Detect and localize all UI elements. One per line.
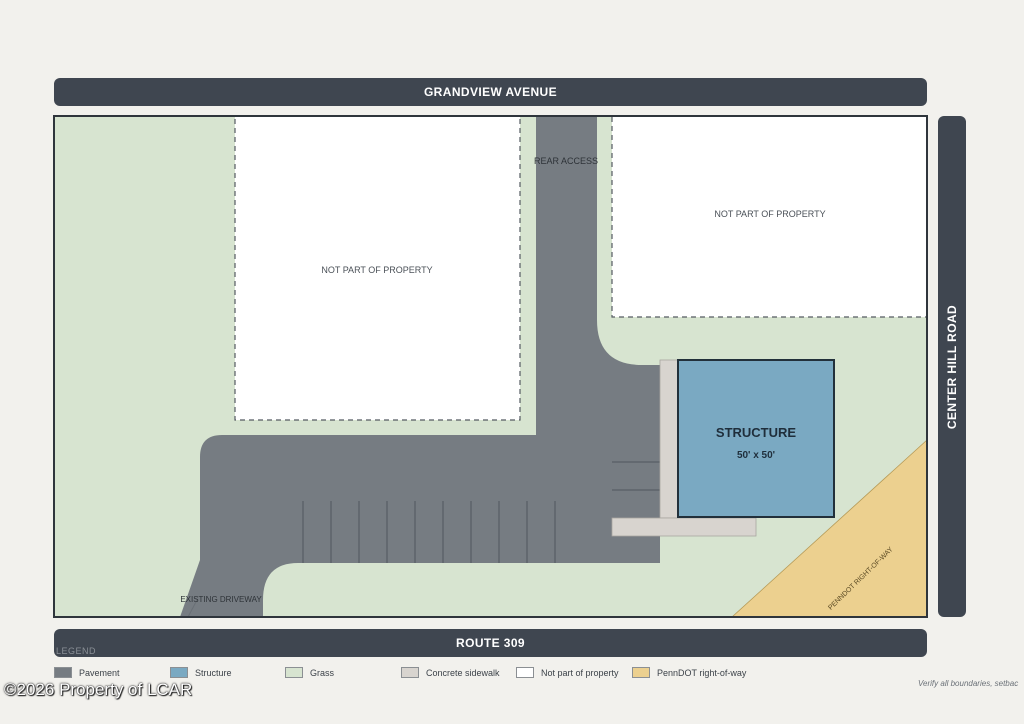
legend-item-structure: Structure <box>170 667 232 678</box>
rear-access-label: REAR ACCESS <box>534 156 598 166</box>
legend-swatch <box>632 667 650 678</box>
road-route-309: ROUTE 309 <box>54 629 927 657</box>
legend-swatch <box>516 667 534 678</box>
legend-label: Grass <box>310 667 335 678</box>
legend-item-sidewalk: Concrete sidewalk <box>401 667 500 678</box>
existing-driveway-label: EXISTING DRIVEWAY <box>180 595 262 604</box>
copyright-watermark: ©2026 Property of LCAR <box>4 680 193 699</box>
sidewalk-south <box>611 517 757 537</box>
legend-item-penndot: PennDOT right-of-way <box>632 667 746 678</box>
site-plan: NOT PART OF PROPERTY NOT PART OF PROPERT… <box>53 115 928 618</box>
legend-item-grass: Grass <box>285 667 334 678</box>
structure-title: STRUCTURE <box>716 425 796 440</box>
legend-label: Pavement <box>79 667 120 678</box>
legend-label: Concrete sidewalk <box>426 667 500 678</box>
legend-swatch <box>54 667 72 678</box>
structure-dimensions: 50' x 50' <box>737 450 775 461</box>
legend-swatch <box>401 667 419 678</box>
legend-label: PennDOT right-of-way <box>657 667 747 678</box>
sidewalk-west <box>659 359 679 519</box>
road-label-route-309: ROUTE 309 <box>456 636 525 650</box>
legend-item-pavement: Pavement <box>54 667 120 678</box>
legend-label: Structure <box>195 667 232 678</box>
not-part-left-label: NOT PART OF PROPERTY <box>321 265 432 275</box>
legend-title: LEGEND <box>56 646 97 656</box>
not-part-right-label: NOT PART OF PROPERTY <box>714 209 825 219</box>
legend-swatch <box>285 667 303 678</box>
verify-note: Verify all boundaries, setbac <box>918 679 1019 688</box>
legend-item-not-part: Not part of property <box>516 667 619 678</box>
legend-label: Not part of property <box>541 667 619 678</box>
legend-swatch <box>170 667 188 678</box>
